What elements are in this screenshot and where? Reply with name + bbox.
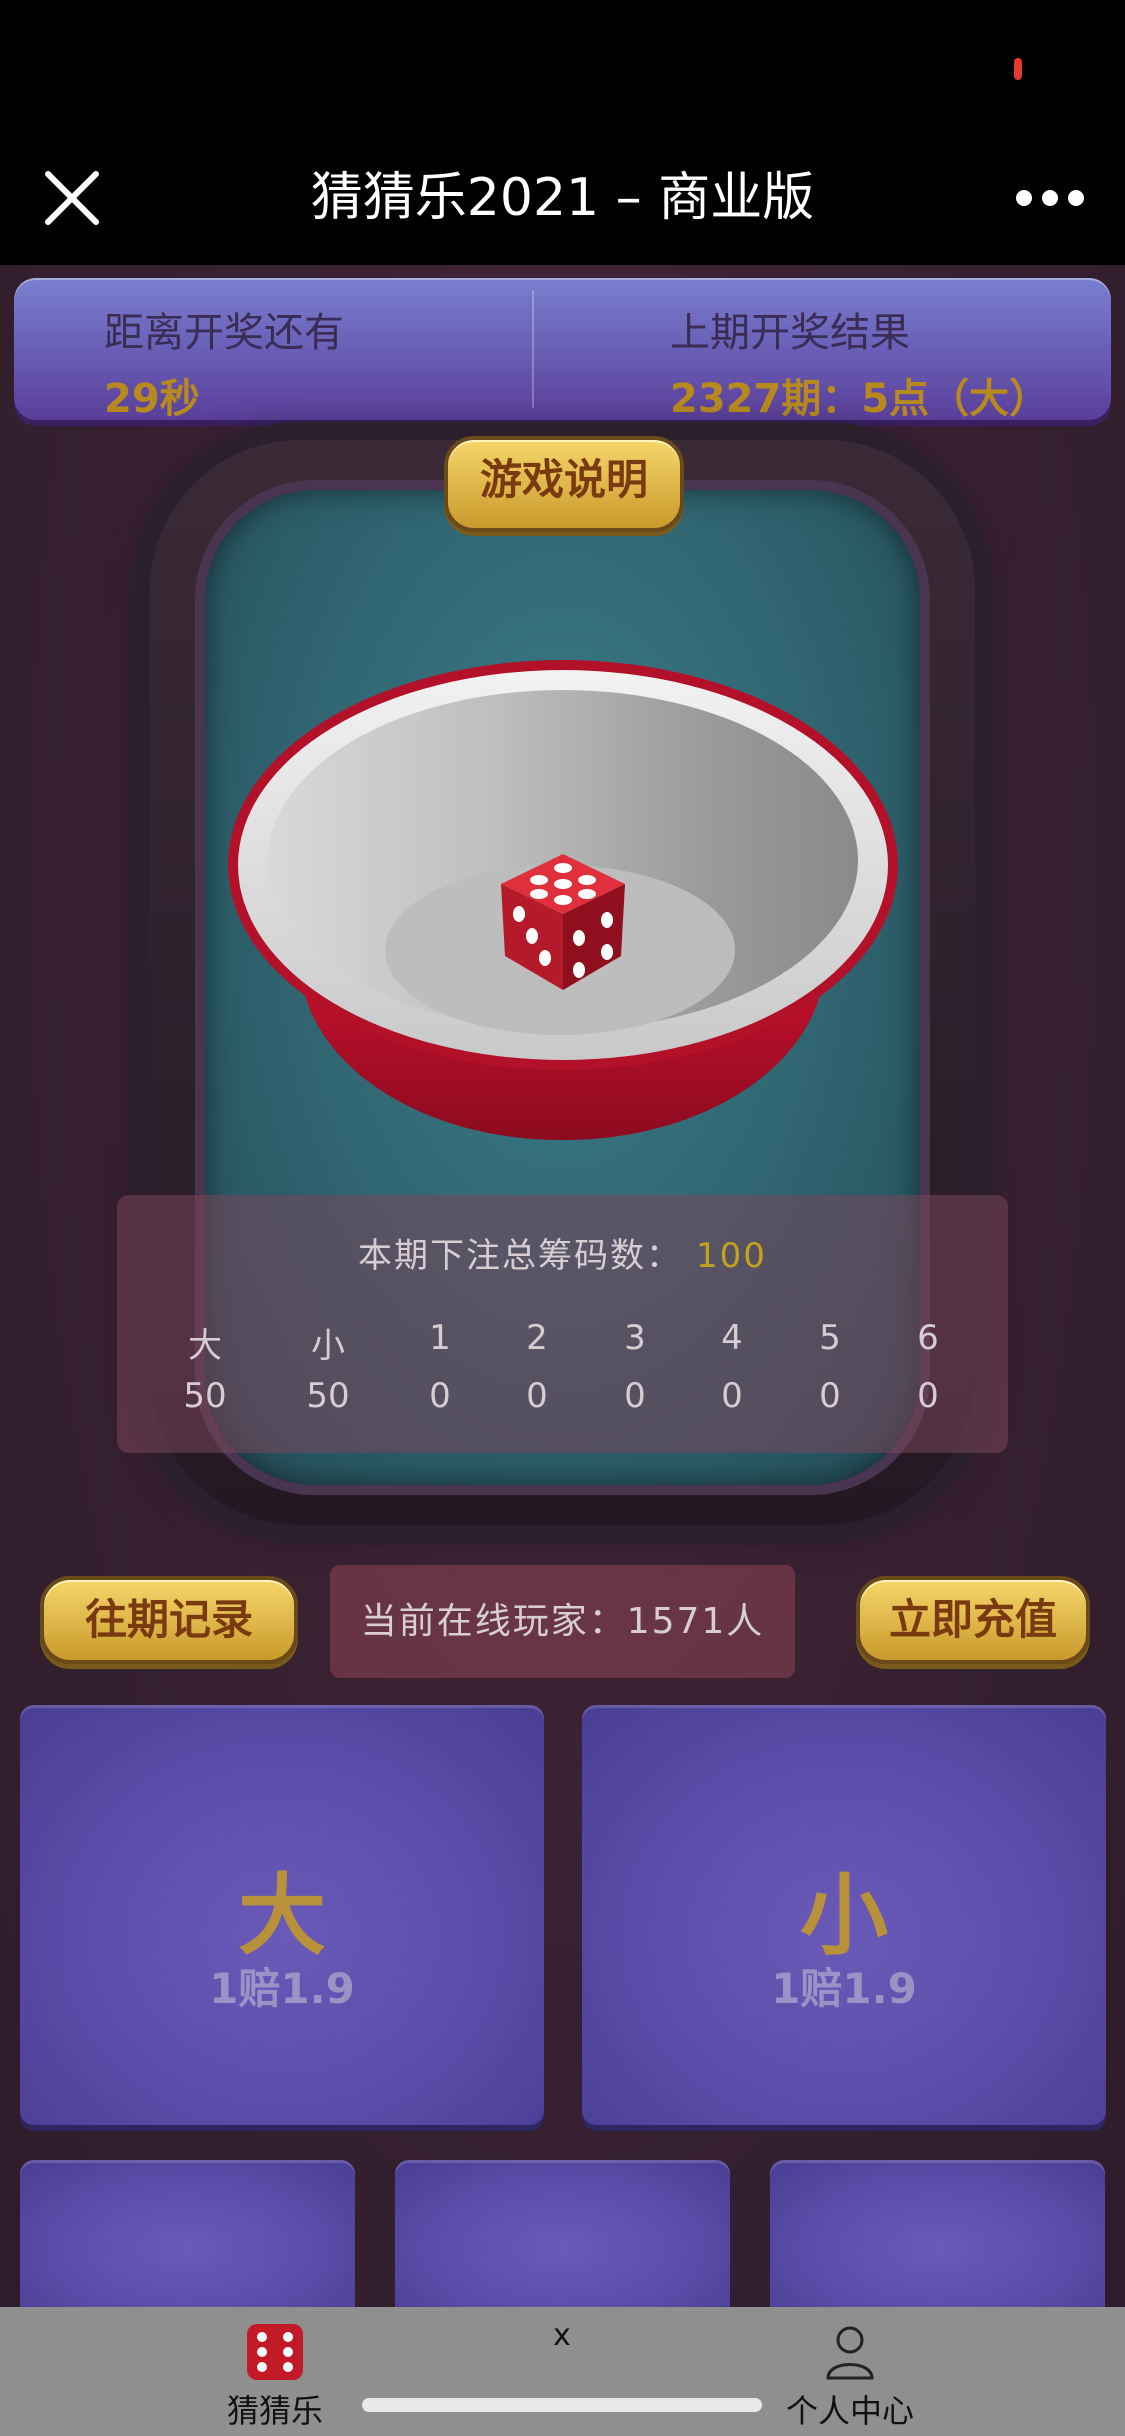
- dice-icon: [247, 2324, 303, 2380]
- stat-header: 6: [917, 1318, 939, 1358]
- stat-value: 0: [624, 1376, 646, 1416]
- stat-value: 0: [721, 1376, 743, 1416]
- page-title: 猜猜乐2021 – 商业版: [310, 168, 815, 228]
- bet-number-button[interactable]: [20, 2160, 355, 2320]
- last-result-label: 上期开奖结果: [670, 310, 910, 356]
- stat-value: 50: [306, 1376, 350, 1416]
- stat-header: 3: [624, 1318, 646, 1358]
- bet-stats-label: 本期下注总筹码数：: [358, 1236, 683, 1276]
- tab-guess[interactable]: 猜猜乐: [200, 2318, 350, 2430]
- status-bar: [0, 0, 1125, 160]
- history-button[interactable]: 往期记录: [40, 1576, 298, 1664]
- bet-number-button[interactable]: [770, 2160, 1105, 2320]
- more-icon: [1016, 190, 1084, 206]
- stat-value: 0: [917, 1376, 939, 1416]
- stat-header: 5: [819, 1318, 841, 1358]
- bet-stats-title: 本期下注总筹码数： 100: [117, 1228, 1008, 1277]
- bet-big-button[interactable]: 大 1赔1.9: [20, 1705, 544, 2125]
- person-icon: [826, 2326, 874, 2380]
- recording-indicator: [1014, 58, 1022, 80]
- countdown-label: 距离开奖还有: [104, 310, 344, 356]
- stat-value: 0: [526, 1376, 548, 1416]
- countdown-value: 29秒: [104, 376, 200, 422]
- stat-header: 2: [526, 1318, 548, 1358]
- stat-header: 小: [311, 1326, 345, 1366]
- tab-profile[interactable]: 个人中心: [770, 2318, 930, 2430]
- bet-small-odds: 1赔1.9: [771, 1964, 917, 2013]
- info-divider: [532, 290, 534, 408]
- home-indicator: [362, 2398, 762, 2412]
- die-icon: [493, 848, 633, 996]
- recharge-button[interactable]: 立即充值: [856, 1576, 1090, 1664]
- more-button[interactable]: [1010, 178, 1090, 218]
- bet-big-odds: 1赔1.9: [209, 1964, 355, 2013]
- stat-header: 大: [188, 1326, 222, 1366]
- rules-button[interactable]: 游戏说明: [444, 436, 684, 532]
- tabbar-close-button[interactable]: x: [553, 2318, 571, 2353]
- stat-value: 0: [819, 1376, 841, 1416]
- bet-big-label: 大: [237, 1864, 326, 1967]
- tab-profile-label: 个人中心: [785, 2392, 914, 2430]
- online-players: 当前在线玩家：1571人: [330, 1565, 795, 1678]
- bet-number-button[interactable]: [395, 2160, 730, 2320]
- stat-header: 1: [429, 1318, 451, 1358]
- stat-value: 0: [429, 1376, 451, 1416]
- bet-stats-total: 100: [696, 1236, 767, 1276]
- last-result-value: 2327期：5点（大）: [670, 376, 1050, 422]
- tab-guess-label: 猜猜乐: [226, 2392, 323, 2430]
- bet-small-label: 小: [799, 1864, 888, 1967]
- bet-small-button[interactable]: 小 1赔1.9: [582, 1705, 1106, 2125]
- stat-header: 4: [721, 1318, 743, 1358]
- stat-value: 50: [183, 1376, 227, 1416]
